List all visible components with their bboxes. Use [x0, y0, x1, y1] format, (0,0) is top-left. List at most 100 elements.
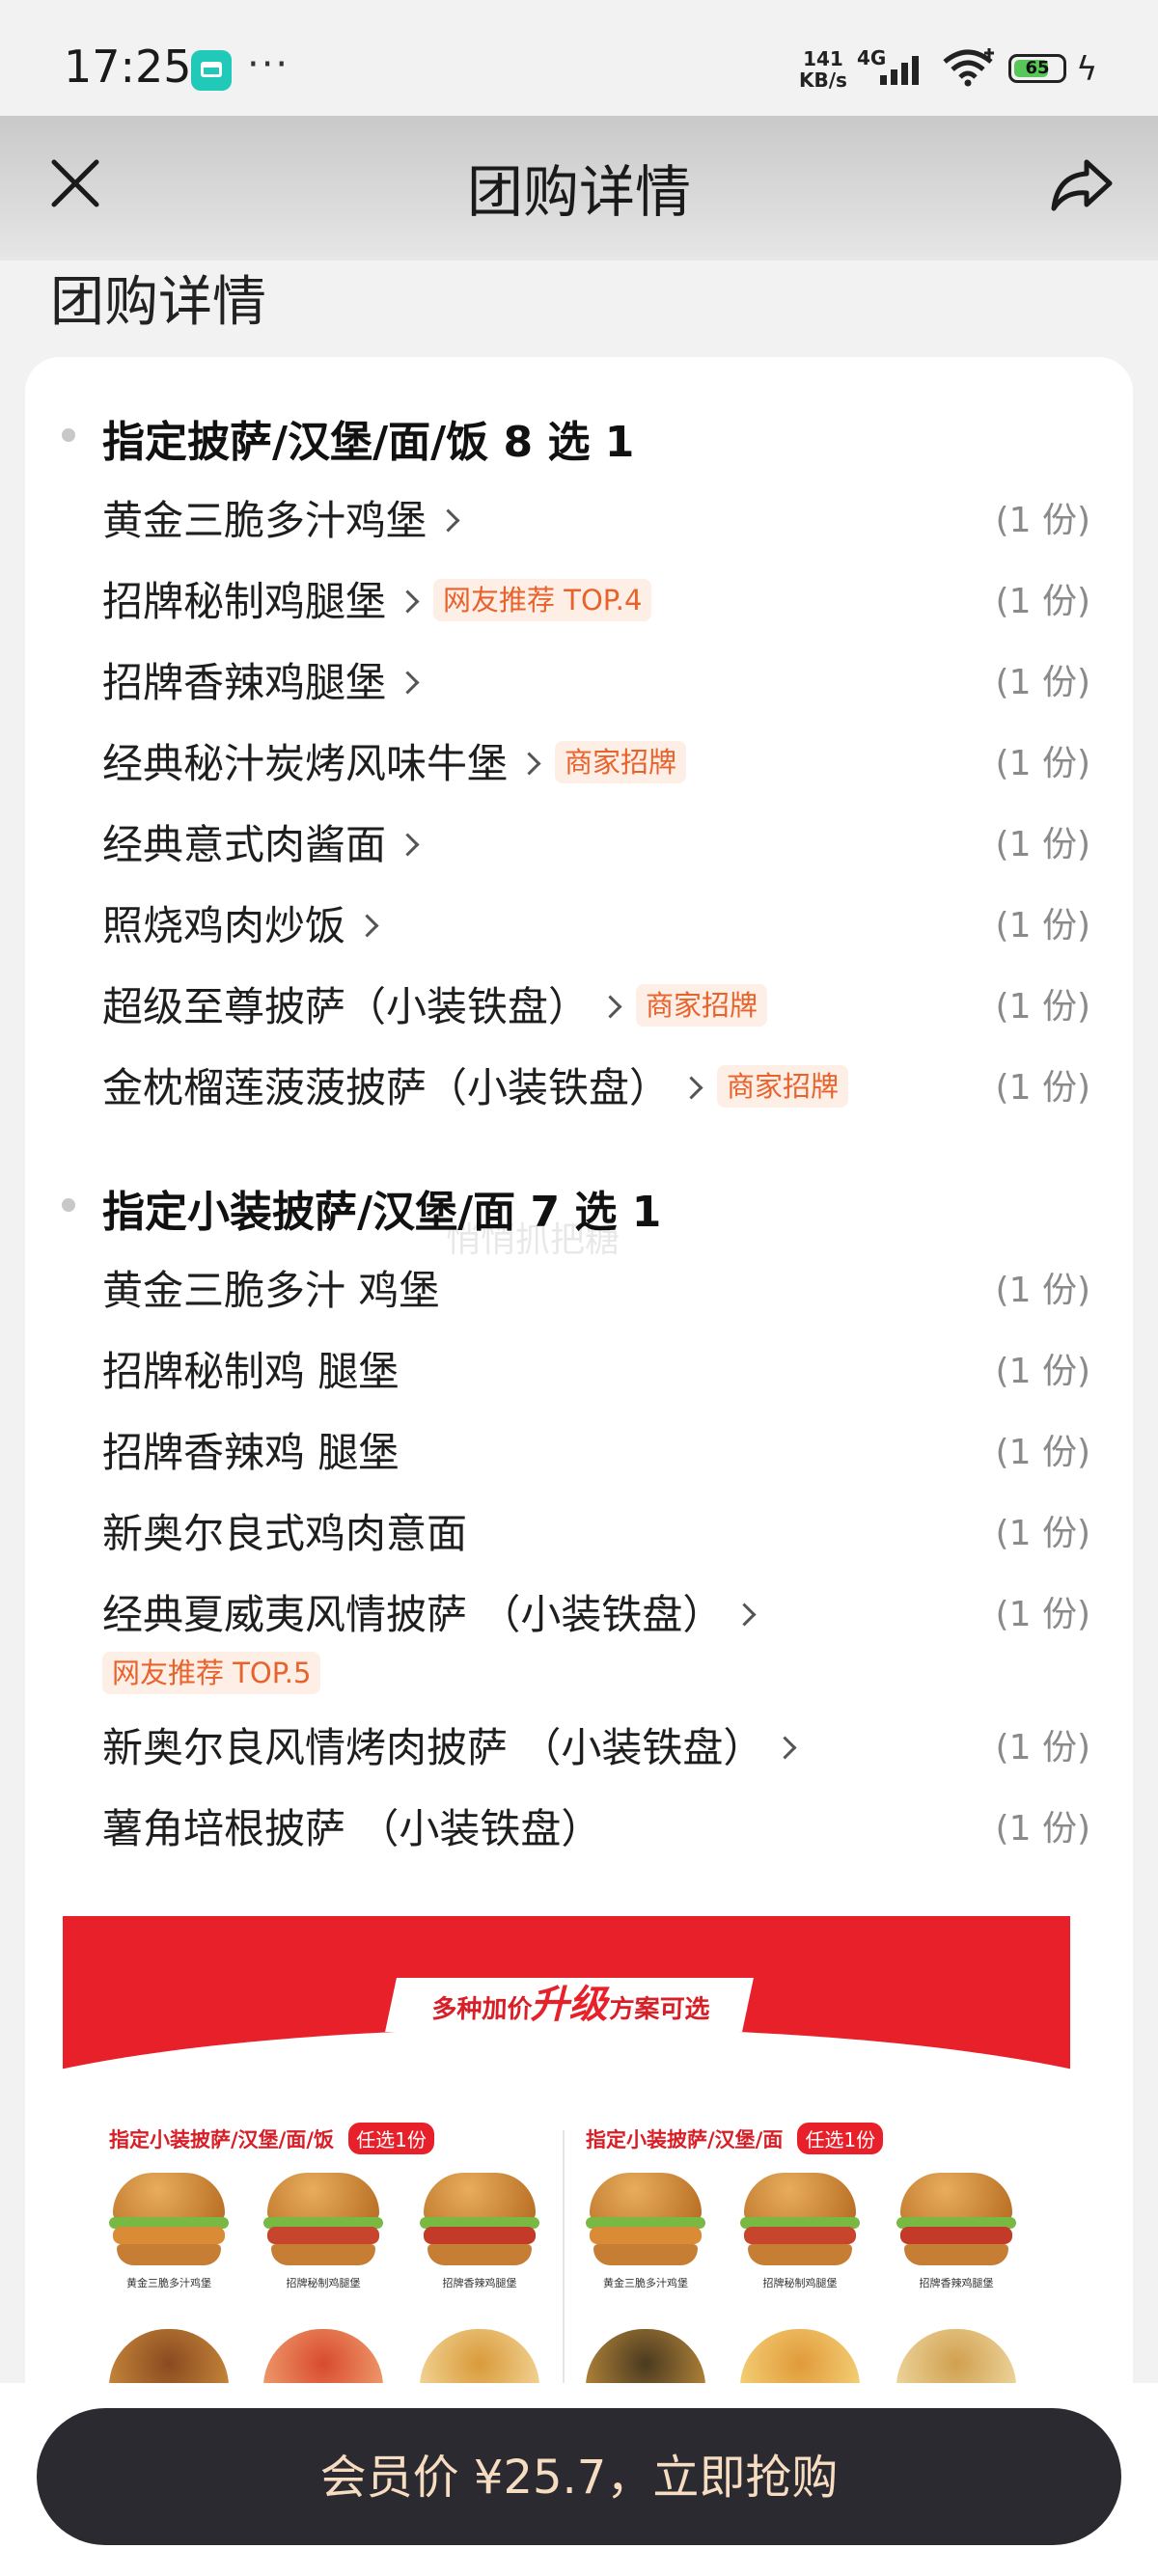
menu-item-quantity: (1 份) [995, 1271, 1090, 1310]
menu-item-row[interactable]: 经典意式肉酱面 (1 份) [25, 799, 1133, 880]
burger-caption: 招牌香辣鸡腿堡 [919, 2277, 994, 2289]
menu-item-label: 薯角培根披萨 （小装铁盘） [102, 1805, 602, 1852]
chevron-right-icon[interactable] [517, 752, 541, 776]
burger-image [896, 2173, 1016, 2269]
menu-item-row[interactable]: 超级至尊披萨（小装铁盘） 商家招牌 (1 份) [25, 961, 1133, 1042]
promo-left-column: 指定小装披萨/汉堡/面/饭 任选1份 [109, 2123, 592, 2154]
chevron-right-icon[interactable] [773, 1736, 797, 1760]
menu-item-row[interactable]: 招牌秘制鸡腿堡 网友推荐 TOP.4 (1 份) [25, 556, 1133, 637]
burger-caption: 招牌秘制鸡腿堡 [762, 2277, 838, 2289]
menu-item-name: 经典夏威夷风情披萨 （小装铁盘） [102, 1582, 757, 1641]
recommend-tag: 商家招牌 [636, 984, 768, 1027]
menu-item-quantity: (1 份) [995, 1514, 1090, 1553]
menu-item-name: 招牌香辣鸡腿堡 [102, 650, 420, 709]
recommend-tag: 网友推荐 TOP.4 [433, 579, 652, 621]
section-title: 团购详情 [50, 271, 266, 334]
chevron-right-icon[interactable] [679, 1076, 703, 1100]
menu-item-label: 新奥尔良式鸡肉意面 [102, 1510, 468, 1557]
burger-caption: 黄金三脆多汁鸡堡 [603, 2277, 688, 2289]
buy-now-button[interactable]: 会员价 ¥25.7，立即抢购 [37, 2408, 1121, 2545]
network-speed-value: 141 [803, 47, 843, 70]
bottom-bar: 会员价 ¥25.7，立即抢购 [0, 2383, 1158, 2576]
menu-item-label: 经典夏威夷风情披萨 （小装铁盘） [102, 1591, 724, 1638]
recommend-tag: 网友推荐 TOP.5 [102, 1652, 321, 1694]
menu-item-label: 招牌香辣鸡 腿堡 [102, 1429, 400, 1476]
watermark: 悄悄抓把糖 [446, 1220, 620, 1260]
chevron-right-icon[interactable] [598, 995, 622, 1019]
menu-item-quantity: (1 份) [995, 987, 1090, 1027]
chevron-right-icon[interactable] [355, 914, 379, 938]
promo-left-badge: 任选1份 [348, 2123, 434, 2154]
food-image [586, 2329, 705, 2383]
bullet-dot [62, 1198, 75, 1212]
menu-item-row: 招牌秘制鸡 腿堡 (1 份) [25, 1326, 1133, 1407]
menu-item-quantity: (1 份) [995, 1352, 1090, 1391]
menu-item-quantity: (1 份) [995, 906, 1090, 945]
page-title: 团购详情 [466, 159, 691, 225]
menu-item-name: 新奥尔良式鸡肉意面 [102, 1501, 467, 1560]
menu-item-label: 黄金三脆多汁 鸡堡 [102, 1267, 440, 1314]
chevron-right-icon[interactable] [396, 833, 420, 857]
menu-item-label: 招牌秘制鸡腿堡 [102, 578, 387, 625]
chevron-right-icon[interactable] [396, 589, 420, 614]
promo-divider [563, 2130, 565, 2383]
menu-item-label: 招牌秘制鸡 腿堡 [102, 1348, 400, 1395]
promo-right-heading: 指定小装披萨/汉堡/面 [586, 2128, 784, 2151]
group-header: 指定披萨/汉堡/面/饭 8 选 1 [25, 394, 1133, 475]
bullet-dot [62, 428, 75, 442]
menu-item-quantity: (1 份) [995, 1728, 1090, 1768]
promo-banner: 多种加价升级方案可选 [385, 1978, 754, 2032]
battery-icon: 65 [1008, 54, 1066, 83]
food-image [109, 2329, 229, 2383]
menu-item-name: 薯角培根披萨 （小装铁盘） [102, 1796, 601, 1855]
signal-icon [880, 56, 919, 85]
food-image [263, 2329, 383, 2383]
status-time: 17:25 [64, 41, 192, 93]
menu-item-name: 照烧鸡肉炒饭 [102, 893, 379, 952]
chevron-right-icon[interactable] [396, 671, 420, 695]
menu-item-name: 经典意式肉酱面 [102, 812, 420, 871]
menu-item-quantity: (1 份) [995, 1433, 1090, 1472]
menu-item-quantity: (1 份) [995, 501, 1090, 540]
option-group: 指定披萨/汉堡/面/饭 8 选 1 黄金三脆多汁鸡堡 (1 份) 招牌秘制鸡腿堡 网友… [25, 394, 1133, 1123]
menu-item-label: 金枕榴莲菠菠披萨（小装铁盘） [102, 1064, 671, 1111]
promo-right-column: 指定小装披萨/汉堡/面 任选1份 [586, 2123, 1068, 2154]
charging-icon: ϟ [1076, 50, 1098, 89]
menu-item-name: 新奥尔良风情烤肉披萨 （小装铁盘） [102, 1715, 797, 1774]
burger-image [109, 2173, 229, 2269]
promo-banner-suffix: 方案可选 [604, 1995, 711, 2024]
menu-item-label: 黄金三脆多汁鸡堡 [102, 497, 427, 544]
wifi-icon [943, 48, 994, 87]
upgrade-promo-image: 多种加价升级方案可选 指定小装披萨/汉堡/面/饭 任选1份 指定小装披萨/汉堡/… [63, 1916, 1070, 2383]
menu-item-row[interactable]: 新奥尔良风情烤肉披萨 （小装铁盘） (1 份) [25, 1702, 1133, 1783]
menu-item-row: 薯角培根披萨 （小装铁盘） (1 份) [25, 1783, 1133, 1864]
menu-item-row[interactable]: 经典夏威夷风情披萨 （小装铁盘） 网友推荐 TOP.5 (1 份) [25, 1569, 1133, 1702]
menu-item-quantity: (1 份) [995, 1595, 1090, 1634]
promo-left-heading: 指定小装披萨/汉堡/面/饭 [109, 2128, 335, 2151]
burger-image [263, 2173, 383, 2269]
share-icon[interactable] [1050, 156, 1114, 214]
status-bar: 17:25 ··· 141 KB/s 4G 65 ϟ [0, 0, 1158, 116]
recommend-tag: 商家招牌 [555, 741, 687, 783]
chevron-right-icon[interactable] [732, 1603, 757, 1627]
network-speed: 141 KB/s [799, 48, 847, 91]
network-speed-unit: KB/s [799, 69, 847, 92]
chevron-right-icon[interactable] [436, 508, 460, 533]
menu-item-quantity: (1 份) [995, 582, 1090, 621]
menu-item-row[interactable]: 经典秘汁炭烤风味牛堡 商家招牌 (1 份) [25, 718, 1133, 799]
menu-item-name: 金枕榴莲菠菠披萨（小装铁盘） 商家招牌 [102, 1055, 849, 1114]
menu-item-name: 招牌秘制鸡腿堡 网友推荐 TOP.4 [102, 569, 652, 628]
menu-item-name: 招牌香辣鸡 腿堡 [102, 1420, 399, 1479]
menu-item-row[interactable]: 金枕榴莲菠菠披萨（小装铁盘） 商家招牌 (1 份) [25, 1042, 1133, 1123]
food-image [896, 2329, 1016, 2383]
menu-item-row[interactable]: 招牌香辣鸡腿堡 (1 份) [25, 637, 1133, 718]
menu-item-quantity: (1 份) [995, 1068, 1090, 1108]
menu-item-quantity: (1 份) [995, 663, 1090, 702]
burger-caption: 招牌香辣鸡腿堡 [442, 2277, 517, 2289]
menu-item-row[interactable]: 黄金三脆多汁鸡堡 (1 份) [25, 475, 1133, 556]
food-image [420, 2329, 539, 2383]
menu-item-row[interactable]: 照烧鸡肉炒饭 (1 份) [25, 880, 1133, 961]
menu-item-name: 超级至尊披萨（小装铁盘） 商家招牌 [102, 974, 768, 1033]
menu-item-name: 经典秘汁炭烤风味牛堡 商家招牌 [102, 731, 687, 790]
menu-item-label: 超级至尊披萨（小装铁盘） [102, 983, 590, 1030]
